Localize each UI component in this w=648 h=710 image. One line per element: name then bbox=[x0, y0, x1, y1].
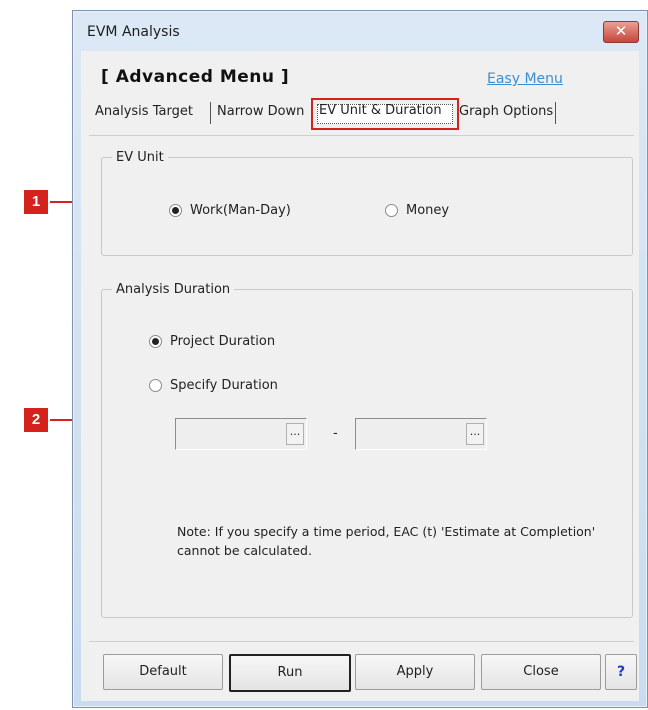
tab-separator bbox=[555, 102, 556, 124]
callout-2: 2 bbox=[24, 408, 48, 432]
tab-panel: EV Unit Work(Man-Day) Money Analysis Dur… bbox=[89, 135, 634, 636]
tab-ev-unit-duration[interactable]: EV Unit & Duration bbox=[311, 98, 459, 130]
duration-note: Note: If you specify a time period, EAC … bbox=[177, 524, 596, 558]
radio-work-man-day-label: Work(Man-Day) bbox=[190, 203, 291, 218]
start-date-field[interactable]: ... bbox=[175, 418, 307, 450]
callout-1: 1 bbox=[24, 190, 48, 214]
dialog-client-area: [ Advanced Menu ] Easy Menu Analysis Tar… bbox=[81, 51, 639, 701]
radio-unselected-icon bbox=[385, 204, 398, 217]
window-close-button[interactable]: ✕ bbox=[603, 21, 639, 43]
radio-money[interactable]: Money bbox=[385, 203, 449, 218]
evm-analysis-window: EVM Analysis ✕ [ Advanced Menu ] Easy Me… bbox=[72, 10, 648, 708]
analysis-duration-group: Analysis Duration bbox=[101, 282, 633, 618]
radio-selected-icon bbox=[169, 204, 182, 217]
ev-unit-legend: EV Unit bbox=[116, 150, 164, 165]
radio-work-man-day[interactable]: Work(Man-Day) bbox=[169, 203, 291, 218]
help-button[interactable]: ? bbox=[605, 654, 637, 690]
tab-separator bbox=[210, 102, 211, 124]
close-button[interactable]: Close bbox=[481, 654, 601, 690]
date-range-separator: - bbox=[333, 426, 338, 441]
start-date-picker-button[interactable]: ... bbox=[286, 423, 304, 445]
window-title: EVM Analysis bbox=[87, 24, 180, 40]
radio-specify-duration[interactable]: Specify Duration bbox=[149, 378, 278, 393]
advanced-menu-title: [ Advanced Menu ] bbox=[101, 67, 290, 87]
button-bar: Default Run Apply Close ? bbox=[89, 641, 637, 692]
radio-specify-duration-label: Specify Duration bbox=[170, 378, 278, 393]
end-date-field[interactable]: ... bbox=[355, 418, 487, 450]
tab-ev-unit-duration-label: EV Unit & Duration bbox=[319, 103, 442, 118]
radio-project-duration[interactable]: Project Duration bbox=[149, 334, 275, 349]
tab-graph-options[interactable]: Graph Options bbox=[459, 104, 553, 119]
radio-project-duration-label: Project Duration bbox=[170, 334, 276, 349]
default-button[interactable]: Default bbox=[103, 654, 223, 690]
title-bar: EVM Analysis ✕ bbox=[73, 11, 647, 49]
apply-button[interactable]: Apply bbox=[355, 654, 475, 690]
run-button[interactable]: Run bbox=[229, 654, 351, 692]
tab-analysis-target[interactable]: Analysis Target bbox=[95, 104, 193, 119]
end-date-picker-button[interactable]: ... bbox=[466, 423, 484, 445]
radio-selected-icon bbox=[149, 335, 162, 348]
radio-money-label: Money bbox=[406, 203, 450, 218]
easy-menu-link[interactable]: Easy Menu bbox=[487, 71, 563, 87]
radio-unselected-icon bbox=[149, 379, 162, 392]
analysis-duration-legend: Analysis Duration bbox=[116, 282, 231, 297]
tab-narrow-down[interactable]: Narrow Down bbox=[217, 104, 304, 119]
